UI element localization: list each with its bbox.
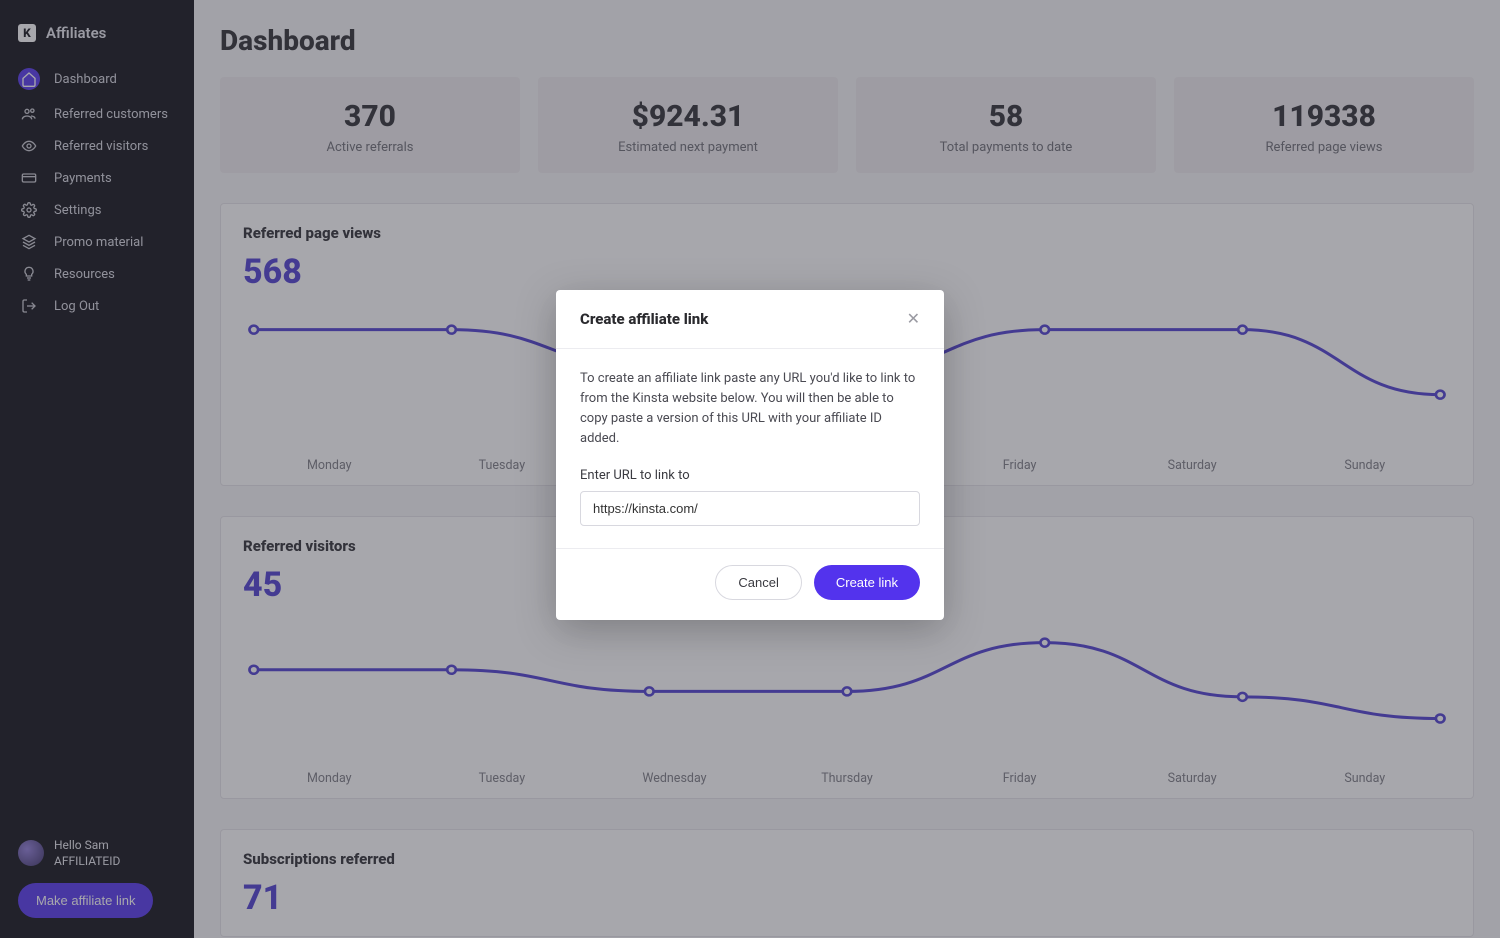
modal-footer: Cancel Create link — [556, 549, 944, 620]
modal-title: Create affiliate link — [580, 310, 708, 328]
create-affiliate-link-modal: Create affiliate link ✕ To create an aff… — [556, 290, 944, 620]
modal-overlay[interactable]: Create affiliate link ✕ To create an aff… — [0, 0, 1500, 938]
create-link-button[interactable]: Create link — [814, 565, 920, 600]
modal-header: Create affiliate link ✕ — [556, 290, 944, 348]
modal-body: To create an affiliate link paste any UR… — [556, 349, 944, 548]
modal-description: To create an affiliate link paste any UR… — [580, 369, 920, 450]
url-field-label: Enter URL to link to — [580, 468, 920, 483]
cancel-button[interactable]: Cancel — [715, 565, 801, 600]
close-icon[interactable]: ✕ — [907, 311, 920, 327]
url-input[interactable] — [580, 491, 920, 526]
app-root: K Affiliates Dashboard Referred customer… — [0, 0, 1500, 938]
